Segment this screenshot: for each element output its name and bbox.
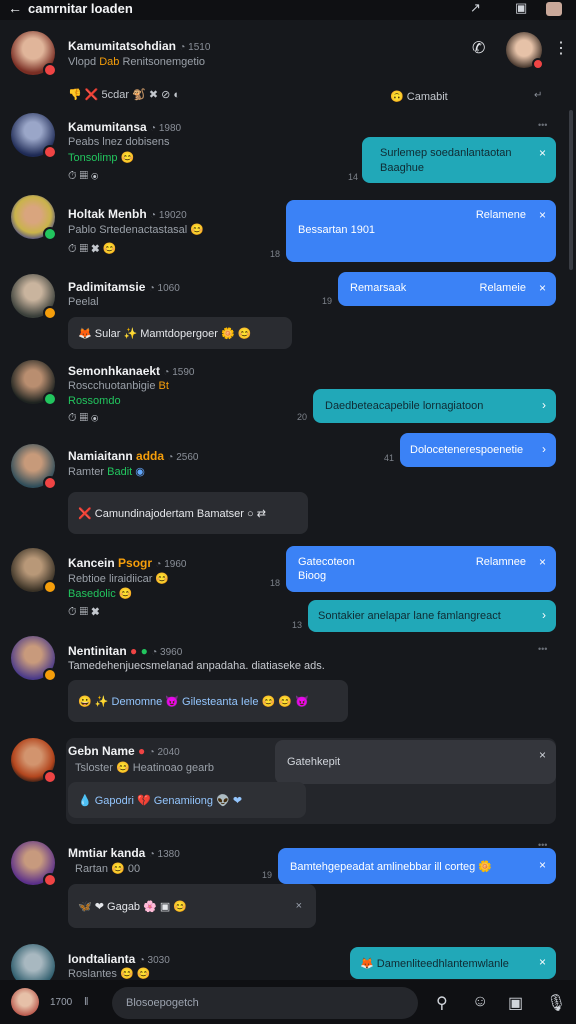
reaction-icons[interactable]: ⏱ ▦ ✖ xyxy=(68,606,99,619)
sender-name: Namiaitann adda ◔ 2560 xyxy=(68,449,199,463)
search-icon[interactable]: ⚲ xyxy=(436,993,448,1013)
sender-status: Tonsolimp 😊 xyxy=(68,152,135,164)
avatar[interactable] xyxy=(11,31,57,77)
sender-status: Tsloster 😊 Heatinoao gearb xyxy=(75,762,215,774)
sender-name: Kancein Psogr ◔ 1960 xyxy=(68,556,187,570)
app-title: camrnitar loaden xyxy=(28,1,133,16)
message-bubble[interactable]: Gatehkepit × xyxy=(275,740,556,784)
sender-status: Pablo Srtedenactastasal 😊 xyxy=(68,224,204,236)
message-input[interactable]: Blosoepogetch xyxy=(112,987,418,1019)
timestamp: 20 xyxy=(297,412,308,422)
avatar[interactable] xyxy=(11,444,57,490)
sender-status: Rartan 😊 00 xyxy=(75,863,141,875)
avatar[interactable] xyxy=(11,841,57,887)
reaction-bar[interactable]: 👎 ❌ 5cdar 🐒 ✖ ⊘ ◐ xyxy=(68,88,180,101)
message-bubble[interactable]: Daedbeteacapebile lornagiatoon › xyxy=(313,389,556,423)
microphone-icon[interactable]: 🎙 xyxy=(546,993,566,1013)
more-icon[interactable]: ••• xyxy=(538,644,547,654)
close-icon[interactable]: › xyxy=(542,398,546,412)
message-bubble[interactable]: Dolocetenerespoenetie › xyxy=(400,433,556,467)
back-icon[interactable]: ← xyxy=(8,0,22,16)
sender-status: Ramter Badit ◉ xyxy=(68,466,145,478)
avatar[interactable] xyxy=(11,548,57,594)
timestamp: 19 xyxy=(322,296,333,306)
avatar[interactable] xyxy=(11,636,57,682)
avatar[interactable] xyxy=(11,274,57,320)
close-icon[interactable]: × xyxy=(539,146,546,160)
pause-icon[interactable]: ‖ xyxy=(84,996,89,1008)
avatar[interactable] xyxy=(11,195,57,241)
sender-status: Rebtioe liraidiicar 😊 xyxy=(68,573,170,585)
sender-status: Rossomdo xyxy=(68,395,121,407)
more-icon[interactable]: ••• xyxy=(538,120,547,130)
message-bubble[interactable]: Surlemep soedanlantaotan Baaghue × xyxy=(362,137,556,183)
timestamp: 41 xyxy=(384,453,395,463)
close-icon[interactable]: × xyxy=(539,858,546,872)
close-icon[interactable]: × xyxy=(539,748,546,762)
sender-status: Roscchuotanbigie Bt xyxy=(68,380,169,392)
expand-icon[interactable]: ↵ xyxy=(534,90,542,101)
avatar[interactable] xyxy=(506,32,544,70)
copy-icon[interactable]: ▣ xyxy=(515,0,527,16)
sender-name: Semonhkanaekt ◔ 1590 xyxy=(68,364,195,378)
timestamp: 18 xyxy=(270,249,281,259)
reaction-icons[interactable]: ⏱ ▦ ⦿ xyxy=(68,412,98,425)
more-options-icon[interactable]: ⋮ xyxy=(553,38,569,58)
message-bubble[interactable]: Bessartan 1901 Relamene × xyxy=(286,200,556,262)
app-titlebar: ← camrnitar loaden ↗ ▣ xyxy=(0,0,576,20)
message-bubble[interactable]: 😀 ✨ Demomne 😈 Gilesteanta Iele 😊 😊 😈 xyxy=(68,680,348,722)
sender-name: Iondtalianta ◔ 3030 xyxy=(68,952,170,966)
pill-label: 🙃 Camabit xyxy=(390,91,448,103)
close-icon[interactable]: × xyxy=(539,955,546,969)
close-icon[interactable]: › xyxy=(542,442,546,456)
emoji-icon[interactable]: ☺ xyxy=(472,993,488,1011)
reaction-icons[interactable]: ⏱ ▦ ⦿ xyxy=(68,170,98,183)
sender-name: Nentinitan ● ● ◔ 3960 xyxy=(68,644,183,658)
message-bubble[interactable]: Sontakier anelapar lane famlangreact › xyxy=(308,600,556,632)
phone-icon[interactable]: ✆ xyxy=(472,38,485,58)
close-icon[interactable]: × xyxy=(539,208,546,222)
avatar[interactable] xyxy=(11,738,57,784)
sender-status: Peabs lnez dobisens xyxy=(68,136,170,148)
reaction-icons[interactable]: ⏱ ▦ ✖ 😊 xyxy=(68,242,116,256)
avatar[interactable] xyxy=(11,113,57,159)
timestamp: 13 xyxy=(292,620,303,630)
message-bubble[interactable]: 💧 Gapodri 💔 Genamiiong 👽 ❤ xyxy=(68,782,306,818)
composer-time: 1700 xyxy=(50,997,73,1008)
contact-name: Kamumitatsohdian ◔ 1510 xyxy=(68,39,211,53)
timestamp: 18 xyxy=(270,578,281,588)
message-bubble[interactable]: 🦊 Damenliteedhlantemwlanle × xyxy=(350,947,556,979)
profile-icon[interactable] xyxy=(546,2,562,16)
sender-name: Gebn Name ● ◔ 2040 xyxy=(68,744,180,758)
close-icon[interactable]: × xyxy=(539,555,546,569)
sender-name: Padimitamsie ◔ 1060 xyxy=(68,280,180,294)
avatar[interactable] xyxy=(11,360,57,406)
contact-status: Vlopd Dab Renitsonemgetio xyxy=(68,56,206,68)
camera-icon[interactable]: ▣ xyxy=(508,993,523,1013)
timestamp: 19 xyxy=(262,870,273,880)
close-icon[interactable]: × xyxy=(296,900,302,912)
sender-status: Basedolic 😊 xyxy=(68,588,133,600)
close-icon[interactable]: × xyxy=(539,281,546,295)
message-bubble[interactable]: 🦊 Sular ✨ Mamtdopergoer 🌼 😊 xyxy=(68,317,292,349)
message-bubble[interactable]: Remarsaak Relameie × xyxy=(338,272,556,306)
sender-name: Holtak Menbh ◔ 19020 xyxy=(68,207,187,221)
sender-status: Roslantes 😊 😊 xyxy=(68,968,151,980)
sender-name: Mmtiar kanda ◔ 1380 xyxy=(68,846,180,860)
edit-icon[interactable]: ↗ xyxy=(470,0,481,16)
scrollbar[interactable] xyxy=(569,110,573,270)
message-bubble[interactable]: 🦋 ❤ Gagab 🌸 ▣ 😊 × xyxy=(68,884,316,928)
message-bubble[interactable]: ❌ Camundinajodertam Bamatser ○ ⇄ xyxy=(68,492,308,534)
avatar[interactable] xyxy=(11,988,39,1016)
message-bubble[interactable]: Gatecoteon Bioog Relamnee × xyxy=(286,546,556,592)
sender-status: Tamedehenjuecsmelanad anpadaha. diatiase… xyxy=(68,660,325,672)
message-bubble[interactable]: Bamtehgepeadat amlinebbar ill corteg 🌼 × xyxy=(278,848,556,884)
timestamp: 14 xyxy=(348,172,359,182)
sender-status: Peelal xyxy=(68,296,99,308)
sender-name: Kamumitansa ◔ 1980 xyxy=(68,120,182,134)
close-icon[interactable]: › xyxy=(542,608,546,622)
